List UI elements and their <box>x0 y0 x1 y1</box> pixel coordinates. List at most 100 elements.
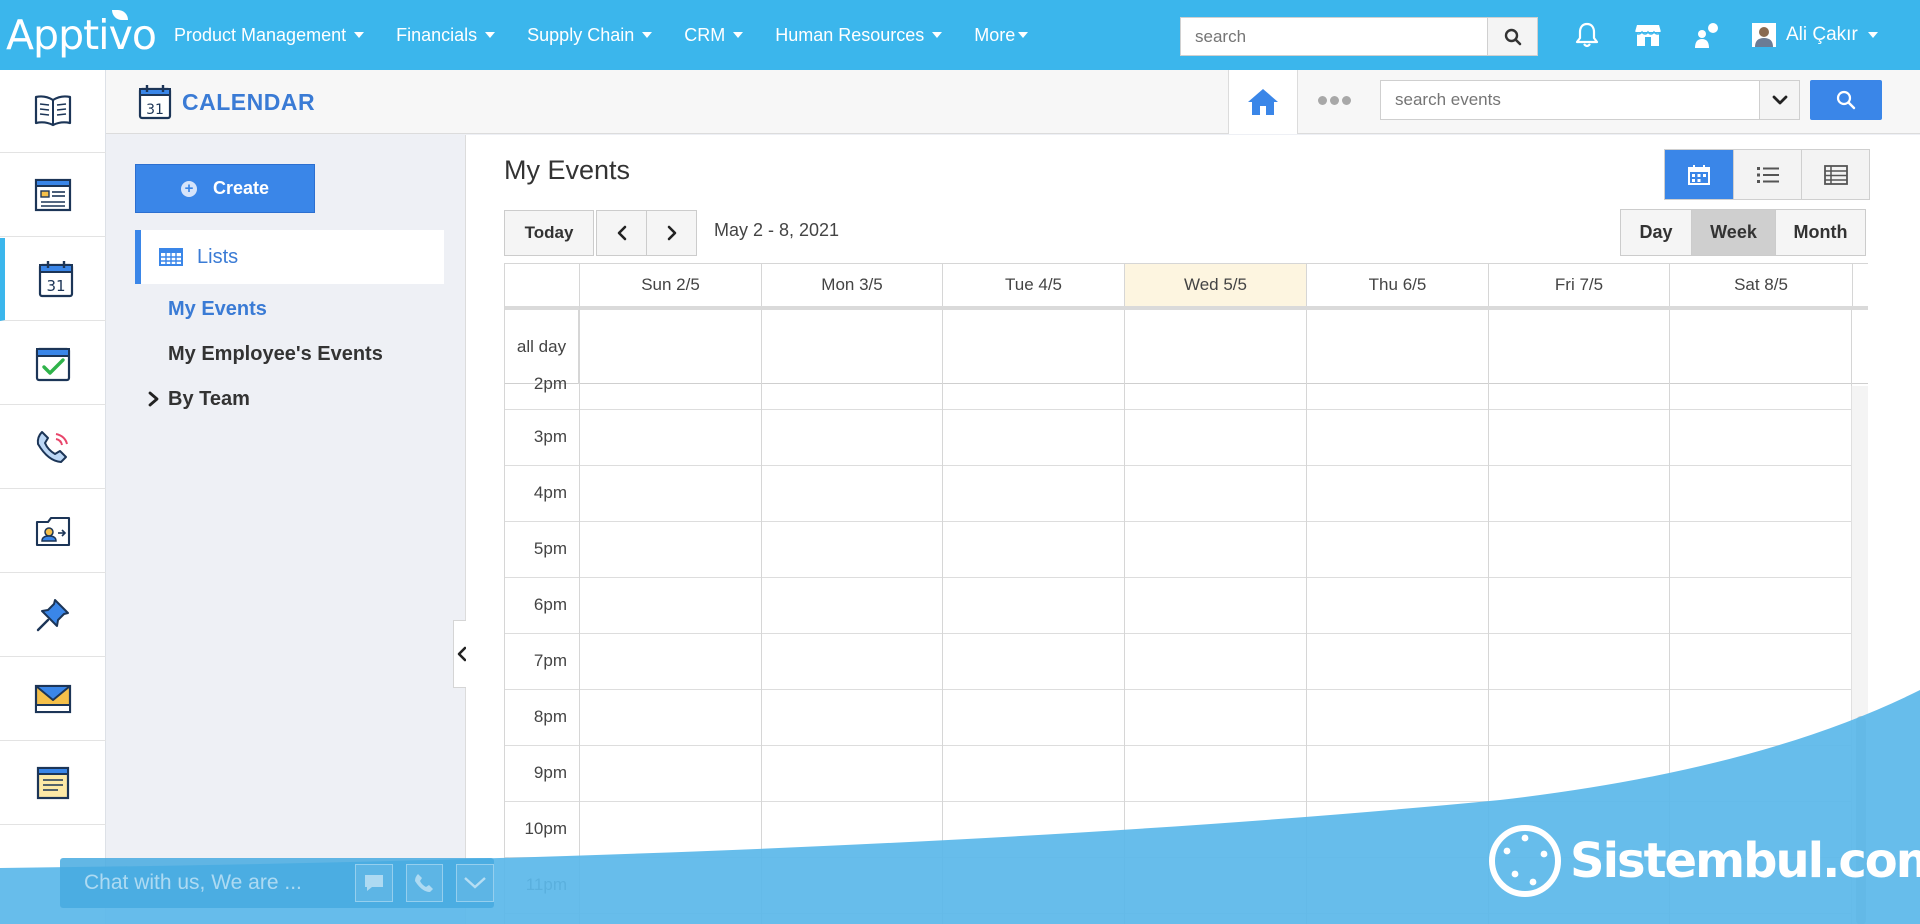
rail-item-notes[interactable] <box>0 742 106 825</box>
rail-item-book[interactable] <box>0 70 106 153</box>
caret-down-icon <box>1018 32 1029 38</box>
range-switcher: Day Week Month <box>1620 209 1866 256</box>
more-options-icon[interactable] <box>1318 96 1354 105</box>
column-divider <box>761 310 762 924</box>
global-search-input[interactable] <box>1180 17 1488 56</box>
hour-label: 7pm <box>533 651 567 670</box>
nav-product-management[interactable]: Product Management <box>174 25 365 46</box>
caret-down-icon <box>932 32 943 38</box>
hour-label: 3pm <box>533 427 567 446</box>
hour-row[interactable]: 7pm <box>505 634 1851 690</box>
day-header[interactable]: Thu 6/5 <box>1307 264 1489 306</box>
view-title: My Events <box>504 155 631 185</box>
day-header[interactable]: Sun 2/5 <box>580 264 762 306</box>
nav-more[interactable]: More <box>974 25 1029 46</box>
rail-item-pins[interactable] <box>0 574 106 657</box>
store-icon <box>1634 25 1662 46</box>
top-bar: Apptivo Product Management Financials Su… <box>0 0 1920 70</box>
store-button[interactable] <box>1633 20 1663 50</box>
create-label: Create <box>212 178 270 198</box>
phone-icon <box>415 874 434 892</box>
hour-row[interactable]: 8pm <box>505 690 1851 746</box>
lists-header[interactable]: Lists <box>135 230 444 284</box>
list-view-button[interactable] <box>1733 150 1801 199</box>
svg-text:31: 31 <box>146 102 164 118</box>
caret-down-icon <box>354 32 365 38</box>
calendar-sidebar: + Create Lists My Events My Employee's E… <box>106 135 466 924</box>
chat-minimize-button[interactable] <box>456 864 494 902</box>
event-search-input[interactable] <box>1381 81 1759 119</box>
event-search-button[interactable] <box>1810 80 1882 120</box>
chat-bubble-icon <box>364 875 383 891</box>
sidebar-item-my-events[interactable]: My Events <box>168 298 267 321</box>
next-week-button[interactable] <box>646 210 697 256</box>
sistembul-logo-icon <box>1489 825 1561 897</box>
table-view-button[interactable] <box>1801 150 1869 199</box>
chat-prompt[interactable]: Chat with us, We are ... <box>84 871 342 895</box>
prev-week-button[interactable] <box>596 210 647 256</box>
create-button[interactable]: + Create <box>135 164 315 213</box>
sidebar-item-employee-events[interactable]: My Employee's Events <box>168 343 383 366</box>
hour-label: 11pm <box>525 875 567 894</box>
hour-row[interactable]: 2pm <box>505 374 1851 410</box>
scrollbar-thumb[interactable] <box>1856 716 1866 924</box>
hour-row[interactable]: 6pm <box>505 578 1851 634</box>
rail-item-tasks[interactable] <box>0 322 106 405</box>
day-header[interactable]: Sat 8/5 <box>1670 264 1853 306</box>
pin-icon <box>36 599 69 632</box>
view-switcher <box>1664 149 1870 200</box>
people-button[interactable] <box>1692 20 1722 50</box>
today-button[interactable]: Today <box>504 210 594 256</box>
global-search-button[interactable] <box>1488 17 1538 56</box>
search-icon <box>1504 28 1521 45</box>
rail-item-form[interactable] <box>0 154 106 237</box>
all-day-label: all day <box>505 310 579 384</box>
chat-call-button[interactable] <box>405 864 444 902</box>
hour-row[interactable]: 4pm <box>505 466 1851 522</box>
chat-widget[interactable]: Chat with us, We are ... <box>60 858 494 908</box>
search-filter-dropdown[interactable] <box>1759 81 1799 119</box>
nav-supply-chain[interactable]: Supply Chain <box>527 25 653 46</box>
user-name: Ali Çakır <box>1786 24 1858 45</box>
column-divider <box>1124 310 1125 924</box>
home-button[interactable] <box>1228 70 1298 134</box>
chevron-right-icon <box>667 225 676 241</box>
user-menu[interactable]: Ali Çakır <box>1752 18 1878 52</box>
all-day-row[interactable]: all day <box>505 310 1868 384</box>
apptivo-logo[interactable]: Apptivo <box>6 10 157 60</box>
chevron-right-icon <box>148 391 159 407</box>
book-icon <box>34 95 72 127</box>
nav-human-resources[interactable]: Human Resources <box>775 25 943 46</box>
hour-row[interactable]: 3pm <box>505 410 1851 466</box>
nav-crm[interactable]: CRM <box>684 25 744 46</box>
rail-item-calls[interactable] <box>0 406 106 489</box>
day-header-today[interactable]: Wed 5/5 <box>1125 264 1307 306</box>
day-header[interactable]: Fri 7/5 <box>1489 264 1670 306</box>
notifications-button[interactable] <box>1572 20 1602 50</box>
main-nav: Product Management Financials Supply Cha… <box>174 0 1060 70</box>
module-title: 31 CALENDAR <box>138 84 315 120</box>
nav-financials[interactable]: Financials <box>396 25 496 46</box>
hour-label: 4pm <box>533 483 567 502</box>
day-header[interactable]: Tue 4/5 <box>943 264 1125 306</box>
mail-icon <box>34 684 72 714</box>
rail-item-contacts[interactable] <box>0 490 106 573</box>
rail-item-calendar[interactable]: 31 <box>0 238 106 321</box>
hour-label: 2pm <box>533 374 567 393</box>
rail-item-mail[interactable] <box>0 658 106 741</box>
hour-row[interactable]: 9pm <box>505 746 1851 802</box>
calendar-view-button[interactable] <box>1665 150 1733 199</box>
module-header: 31 CALENDAR <box>106 70 1920 134</box>
sidebar-item-by-team[interactable]: By Team <box>148 388 250 411</box>
month-view-tab[interactable]: Month <box>1775 210 1865 255</box>
day-view-tab[interactable]: Day <box>1621 210 1691 255</box>
day-header[interactable]: Mon 3/5 <box>762 264 943 306</box>
hour-row[interactable]: 5pm <box>505 522 1851 578</box>
column-divider <box>942 310 943 924</box>
chat-message-button[interactable] <box>354 864 393 902</box>
week-view-tab[interactable]: Week <box>1691 210 1775 255</box>
hour-label: 10pm <box>524 819 567 838</box>
watermark-text: Sistembul.com <box>1570 833 1920 889</box>
calendar-icon: 31 <box>38 261 73 298</box>
lists-label: Lists <box>197 245 239 268</box>
